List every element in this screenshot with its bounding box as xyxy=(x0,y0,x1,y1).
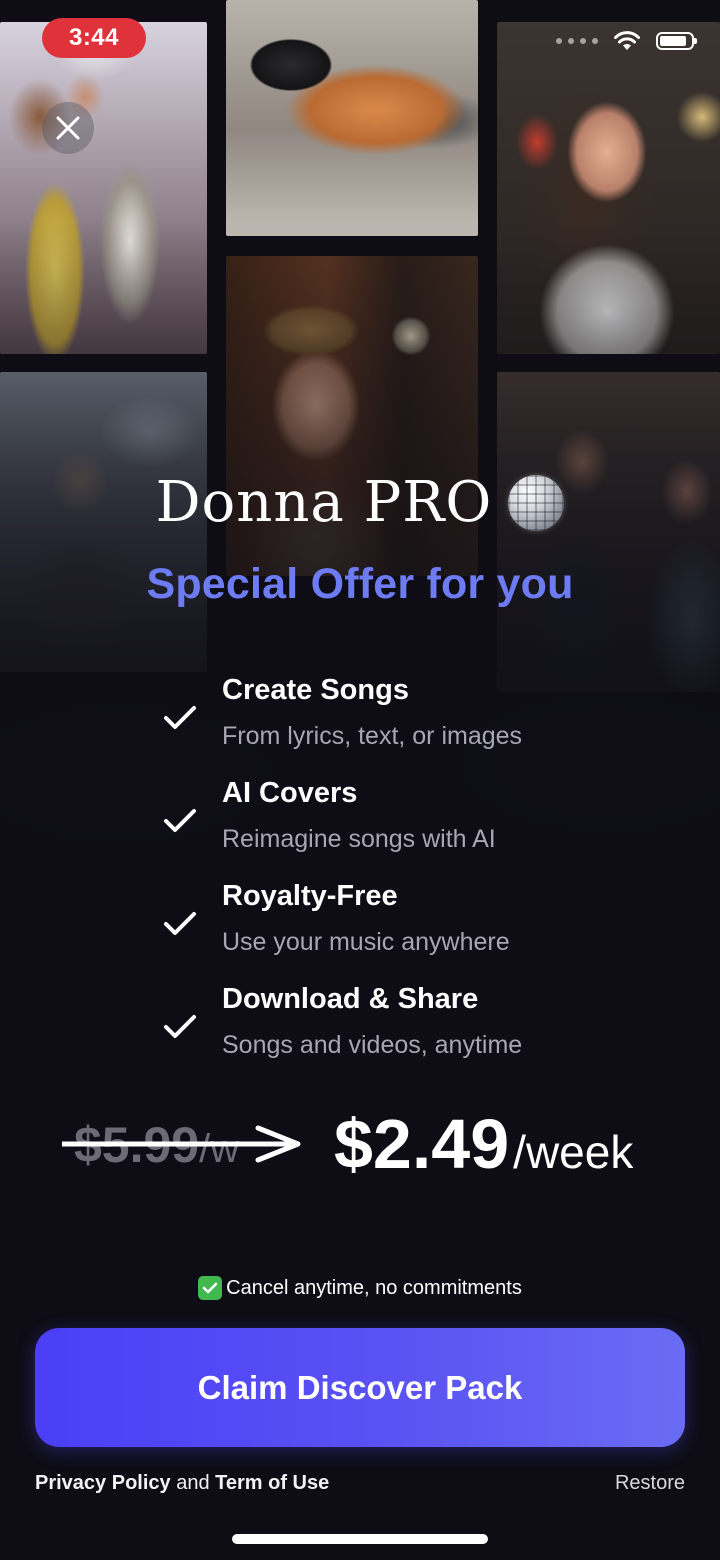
cancel-note-text: Cancel anytime, no commitments xyxy=(226,1276,522,1299)
wifi-icon xyxy=(614,31,640,50)
checkmark-icon xyxy=(164,1015,196,1038)
strikethrough-arrow-icon xyxy=(62,1125,301,1163)
new-price: $2.49 /week xyxy=(334,1104,633,1184)
feature-item: Royalty-Free Use your music anywhere xyxy=(160,880,680,983)
privacy-policy-link[interactable]: Privacy Policy xyxy=(35,1472,171,1494)
claim-button[interactable]: Claim Discover Pack xyxy=(35,1328,685,1447)
feature-description: Songs and videos, anytime xyxy=(222,1031,523,1059)
new-price-period: /week xyxy=(513,1126,634,1178)
feature-item: Create Songs From lyrics, text, or image… xyxy=(160,674,680,777)
terms-of-use-link[interactable]: Term of Use xyxy=(215,1472,329,1494)
feature-description: Use your music anywhere xyxy=(222,928,510,956)
status-icons xyxy=(556,30,697,52)
checkmark-icon xyxy=(164,912,196,935)
feature-item: AI Covers Reimagine songs with AI xyxy=(160,777,680,880)
restore-link[interactable]: Restore xyxy=(615,1472,685,1495)
disco-ball-icon xyxy=(508,474,565,531)
checkmark-icon xyxy=(164,706,196,729)
feature-title: AI Covers xyxy=(222,777,358,809)
paywall-screen: 3:44 Donna PRO Special Offer for you Cre… xyxy=(0,0,720,1560)
status-time-label: 3:44 xyxy=(68,24,120,51)
brand-header: Donna PRO xyxy=(0,470,720,535)
claim-button-label: Claim Discover Pack xyxy=(197,1368,523,1406)
feature-title: Create Songs xyxy=(222,674,409,706)
feature-item: Download & Share Songs and videos, anyti… xyxy=(160,983,680,1086)
feature-title: Royalty-Free xyxy=(222,880,398,912)
cancel-note: Cancel anytime, no commitments xyxy=(0,1276,720,1300)
legal-links: Privacy Policy and Term of Use xyxy=(35,1472,329,1495)
feature-description: From lyrics, text, or images xyxy=(222,722,523,750)
checkmark-icon xyxy=(164,809,196,832)
close-icon xyxy=(56,116,80,140)
status-time: 3:44 xyxy=(42,18,146,58)
home-indicator xyxy=(232,1534,488,1544)
feature-title: Download & Share xyxy=(222,983,479,1015)
green-checkmark-icon xyxy=(198,1276,223,1300)
app-title: Donna PRO xyxy=(155,470,493,535)
new-price-amount: $2.49 xyxy=(334,1105,510,1183)
battery-icon xyxy=(656,32,697,50)
close-button[interactable] xyxy=(42,102,94,154)
feature-list: Create Songs From lyrics, text, or image… xyxy=(160,674,680,1086)
offer-subtitle: Special Offer for you xyxy=(146,560,574,608)
feature-description: Reimagine songs with AI xyxy=(222,825,496,853)
signal-icon xyxy=(556,38,598,44)
legal-connector: and xyxy=(170,1472,216,1494)
